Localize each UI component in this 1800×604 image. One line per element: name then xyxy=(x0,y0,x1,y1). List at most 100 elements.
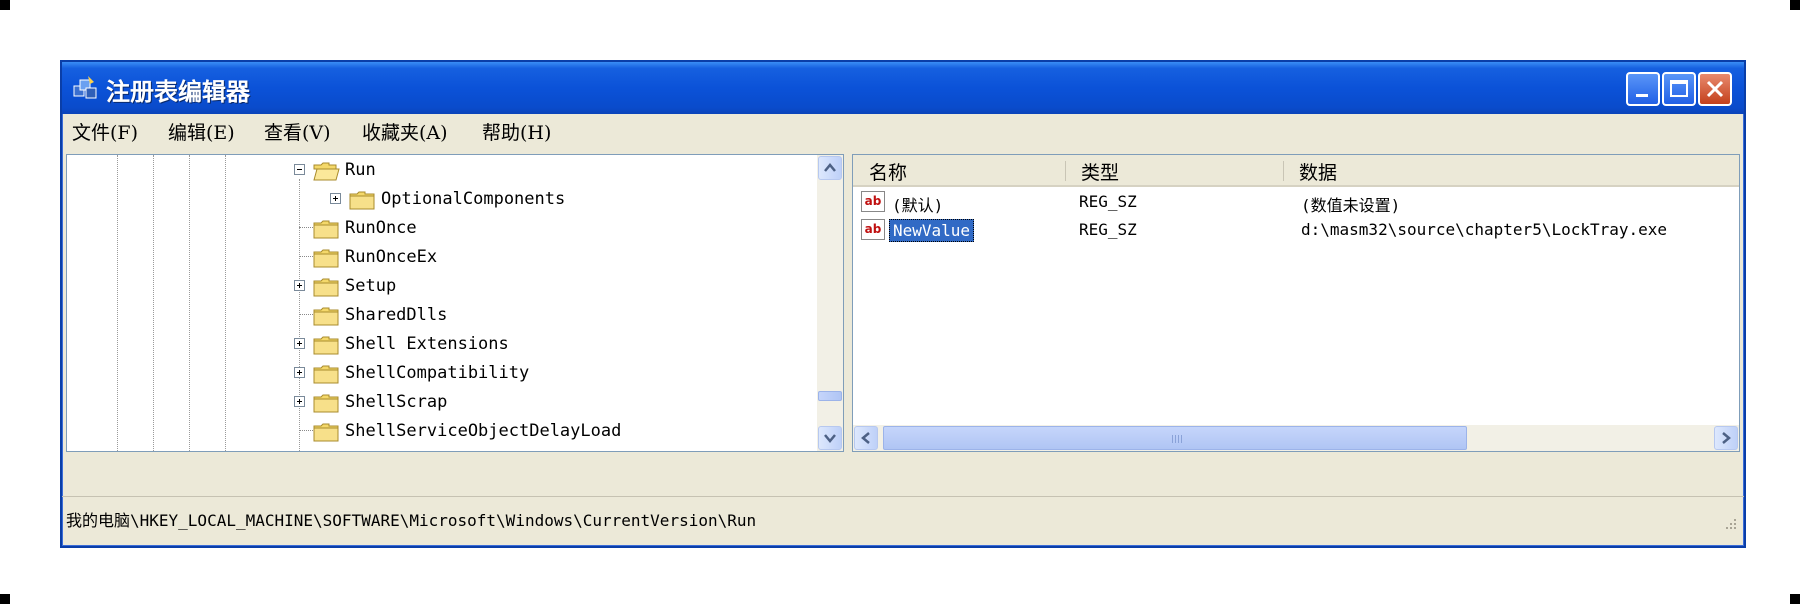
tree-node[interactable]: Run xyxy=(67,157,807,183)
close-button[interactable] xyxy=(1698,72,1732,106)
tree-node-label: RunOnce xyxy=(345,218,417,238)
column-divider[interactable] xyxy=(1283,161,1284,181)
thumb-grip xyxy=(1178,435,1179,443)
tree-branch-line xyxy=(299,314,313,315)
status-bar: 我的电脑\HKEY_LOCAL_MACHINE\SOFTWARE\Microso… xyxy=(62,496,1744,537)
values-pane[interactable]: 名称 类型 数据 ab (默认) REG_SZ (数值未设置) ab NewVa… xyxy=(852,154,1740,452)
values-horizontal-scrollbar[interactable] xyxy=(853,425,1739,451)
value-name: (默认) xyxy=(892,196,944,215)
value-row[interactable]: ab (默认) REG_SZ (数值未设置) xyxy=(853,189,1739,215)
thumb-grip xyxy=(1181,435,1182,443)
tree-node[interactable]: OptionalComponents xyxy=(67,186,807,212)
expand-icon[interactable] xyxy=(294,367,305,378)
tree-node[interactable]: Setup xyxy=(67,273,807,299)
column-header-data[interactable]: 数据 xyxy=(1299,158,1337,185)
tree-vertical-scrollbar[interactable] xyxy=(817,155,843,451)
values-scroll-thumb[interactable] xyxy=(883,426,1467,450)
tree-node-label: Run xyxy=(345,160,376,180)
thumb-grip xyxy=(1172,435,1173,443)
tree-node-label: SharedDlls xyxy=(345,305,448,325)
folder-icon xyxy=(349,191,375,210)
menu-favorites[interactable]: 收藏夹(A) xyxy=(362,118,448,145)
value-data: (数值未设置) xyxy=(1301,196,1401,215)
folder-icon xyxy=(313,220,339,239)
string-value-icon: ab xyxy=(861,191,885,212)
values-list-header: 名称 类型 数据 xyxy=(853,155,1739,187)
tree-node-label: RunOnceEx xyxy=(345,247,438,267)
folder-icon xyxy=(313,336,339,355)
expand-icon[interactable] xyxy=(294,280,305,291)
tree-node[interactable]: SideBySide xyxy=(67,447,807,452)
scroll-left-button[interactable] xyxy=(854,426,878,450)
folder-icon xyxy=(313,365,339,384)
tree-node[interactable]: ShellServiceObjectDelayLoad xyxy=(67,418,807,444)
tree-node-label: Setup xyxy=(345,276,397,296)
tree-node[interactable]: RunOnce xyxy=(67,215,807,241)
folder-icon xyxy=(313,423,339,442)
tree-node-label: OptionalComponents xyxy=(381,189,566,209)
value-type: REG_SZ xyxy=(1079,220,1137,239)
tree-node-label: ShellServiceObjectDelayLoad xyxy=(345,421,622,441)
expand-icon[interactable] xyxy=(294,338,305,349)
tree-node[interactable]: ShellScrap xyxy=(67,389,807,415)
folder-icon xyxy=(313,278,339,297)
scroll-down-button[interactable] xyxy=(818,426,842,450)
registry-editor-window: 注册表编辑器 文件(F) 编辑(E) 查看(V) 收藏夹(A) 帮助(H) Ru… xyxy=(60,60,1746,548)
tree-node[interactable]: ShellCompatibility xyxy=(67,360,807,386)
close-icon xyxy=(1706,80,1724,98)
maximize-icon xyxy=(1670,80,1688,97)
chevron-up-icon xyxy=(824,163,836,172)
tree-node-label: ShellCompatibility xyxy=(345,363,530,383)
tree-node[interactable]: RunOnceEx xyxy=(67,244,807,270)
corner-mark xyxy=(1790,594,1800,604)
value-name: NewValue xyxy=(889,219,975,242)
tree-node-label: SideBySide xyxy=(345,450,447,451)
column-header-type[interactable]: 类型 xyxy=(1081,158,1119,185)
expand-icon[interactable] xyxy=(294,396,305,407)
value-row-selected[interactable]: ab NewValue REG_SZ d:\masm32\source\chap… xyxy=(853,217,1739,243)
scroll-right-button[interactable] xyxy=(1714,426,1738,450)
column-divider[interactable] xyxy=(1065,161,1066,181)
status-key-path: 我的电脑\HKEY_LOCAL_MACHINE\SOFTWARE\Microso… xyxy=(66,511,757,530)
folder-icon xyxy=(313,307,339,326)
expand-icon[interactable] xyxy=(330,193,341,204)
menu-bar: 文件(F) 编辑(E) 查看(V) 收藏夹(A) 帮助(H) xyxy=(62,114,1744,146)
menu-view[interactable]: 查看(V) xyxy=(264,118,331,145)
chevron-left-icon xyxy=(861,432,870,444)
tree-branch-line xyxy=(299,227,313,228)
corner-mark xyxy=(0,0,10,10)
chevron-right-icon xyxy=(1722,432,1731,444)
menu-file[interactable]: 文件(F) xyxy=(72,118,138,145)
minimize-icon xyxy=(1636,94,1648,97)
collapse-icon[interactable] xyxy=(294,164,305,175)
key-tree-pane[interactable]: Run OptionalComponents RunOnce RunOnceEx Set… xyxy=(66,154,844,452)
title-bar[interactable]: 注册表编辑器 xyxy=(62,62,1744,114)
corner-mark xyxy=(0,594,10,604)
scroll-up-button[interactable] xyxy=(818,156,842,180)
folder-icon xyxy=(313,394,339,413)
chevron-down-icon xyxy=(824,434,836,443)
tree-node[interactable]: Shell Extensions xyxy=(67,331,807,357)
tree-node[interactable]: SharedDlls xyxy=(67,302,807,328)
window-title: 注册表编辑器 xyxy=(106,77,250,106)
resize-grip-icon[interactable] xyxy=(1722,515,1738,531)
tree-branch-line xyxy=(299,256,313,257)
menu-help[interactable]: 帮助(H) xyxy=(482,118,551,145)
string-value-icon: ab xyxy=(861,219,885,240)
tree-branch-line xyxy=(299,430,313,431)
maximize-button[interactable] xyxy=(1662,72,1696,106)
menu-edit[interactable]: 编辑(E) xyxy=(168,118,235,145)
folder-icon xyxy=(313,450,340,452)
corner-mark xyxy=(1790,0,1800,10)
tree-scroll-thumb[interactable] xyxy=(818,391,842,401)
tree-node-label: ShellScrap xyxy=(345,392,448,412)
folder-icon xyxy=(313,249,339,268)
thumb-grip xyxy=(1175,435,1176,443)
minimize-button[interactable] xyxy=(1626,72,1660,106)
value-type: REG_SZ xyxy=(1079,192,1137,211)
value-data: d:\masm32\source\chapter5\LockTray.exe xyxy=(1301,220,1668,239)
tree-node-label: Shell Extensions xyxy=(345,334,509,354)
column-header-name[interactable]: 名称 xyxy=(869,158,907,185)
regedit-icon xyxy=(73,76,97,99)
open-folder-icon xyxy=(313,162,340,181)
